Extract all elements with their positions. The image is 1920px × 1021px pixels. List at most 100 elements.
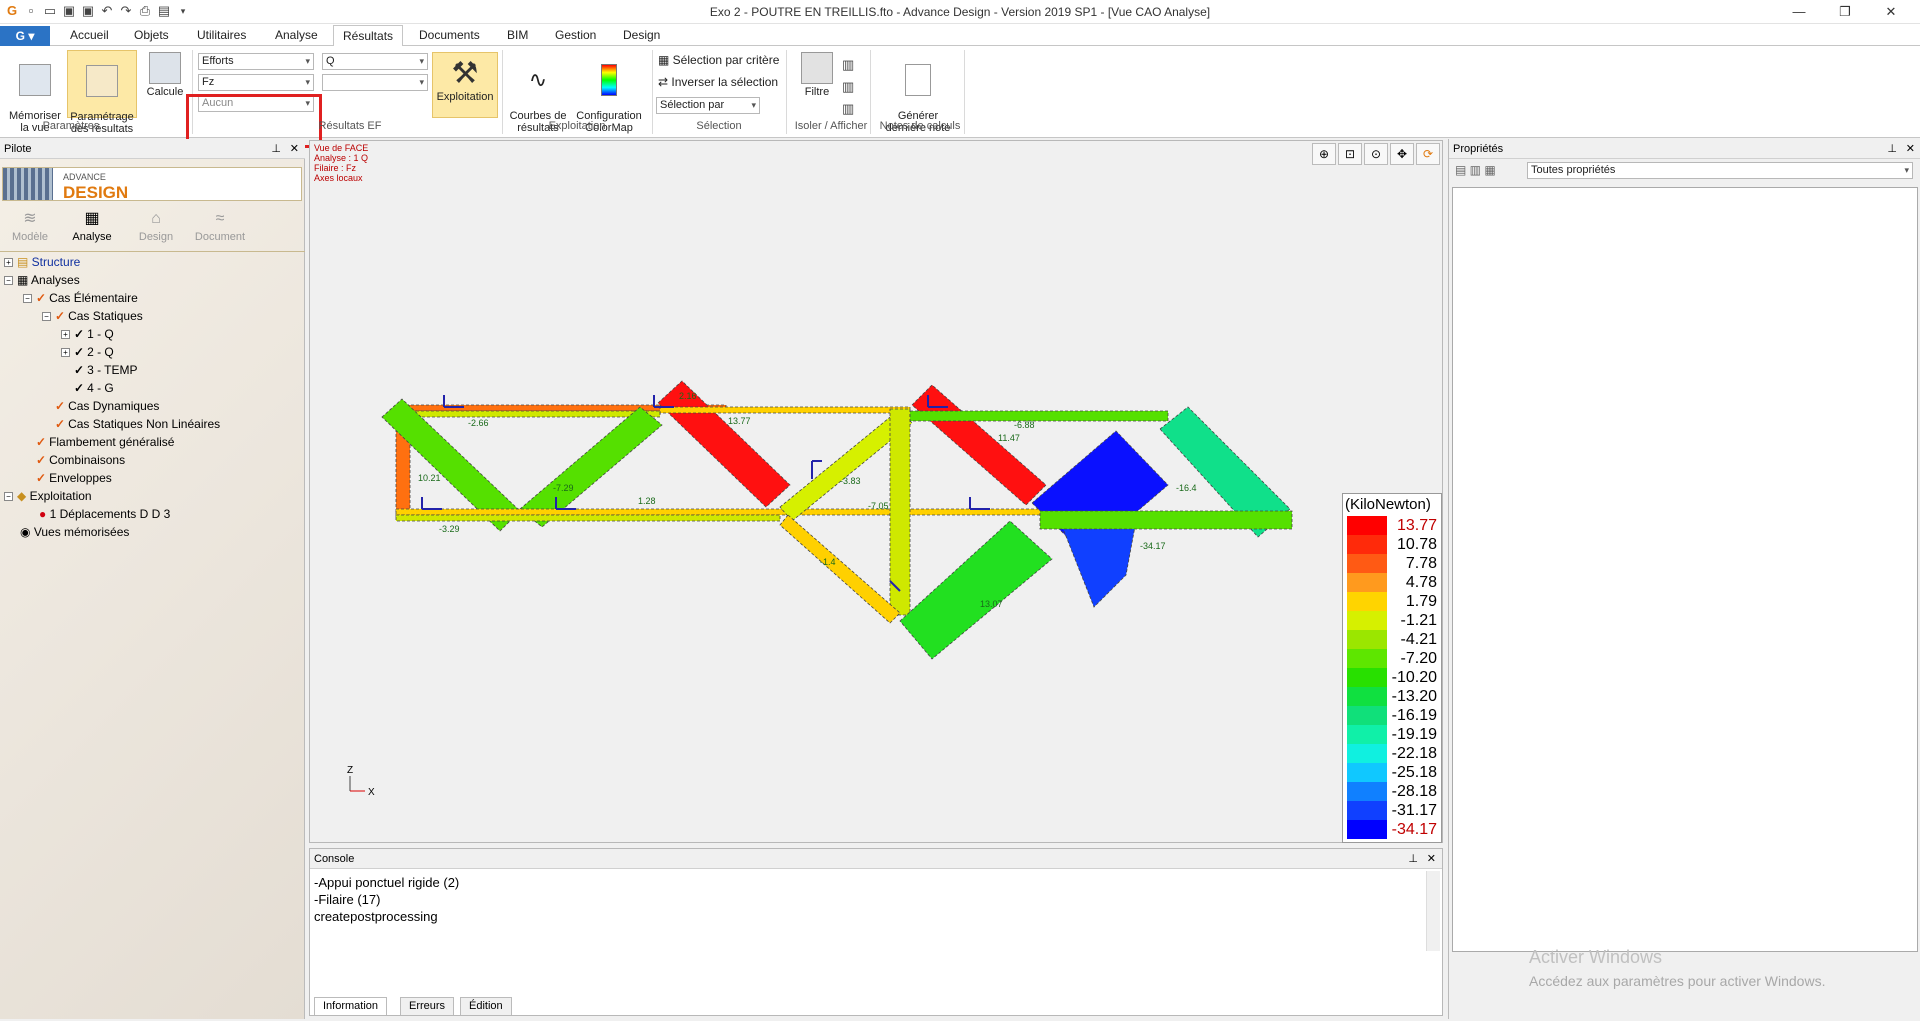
tree-item-exploitation[interactable]: − ◆ Exploitation <box>4 488 92 504</box>
tab-erreurs[interactable]: Erreurs <box>400 997 455 1015</box>
console-scrollbar[interactable] <box>1426 871 1440 951</box>
legend-entry: -7.20 <box>1347 649 1439 668</box>
minimize-icon[interactable]: — <box>1776 2 1822 22</box>
legend-swatch <box>1347 744 1387 763</box>
label-green-lower: 13.07 <box>980 599 1003 609</box>
tree-item-case-3[interactable]: ✓ 3 - TEMP <box>74 362 138 378</box>
tree-item-flambement[interactable]: ✓ Flambement généralisé <box>36 434 174 450</box>
legend-value: 7.78 <box>1405 555 1437 572</box>
case-select[interactable]: Q <box>322 53 428 70</box>
tree-item-cas-statiques[interactable]: − ✓ Cas Statiques <box>42 308 143 324</box>
close-pilot-icon[interactable]: ✕ <box>290 139 299 159</box>
tree-item-cas-non-lineaires[interactable]: ✓ Cas Statiques Non Linéaires <box>55 416 220 432</box>
selection-par-select[interactable]: Sélection par <box>656 97 760 114</box>
pin-icon[interactable]: ⊥ <box>1408 849 1418 869</box>
legend-entry: 7.78 <box>1347 554 1439 573</box>
legend-swatch <box>1347 554 1387 573</box>
hammer-icon: ⚒ <box>451 57 479 90</box>
tree-item-combinaisons[interactable]: ✓ Combinaisons <box>36 452 125 468</box>
console-line: -Filaire (17) <box>314 892 381 907</box>
properties-title: Propriétés ⊥ ✕ <box>1449 139 1920 159</box>
pin-icon[interactable]: ⊥ <box>1887 139 1897 159</box>
console-line: createpostprocessing <box>314 909 438 924</box>
label-diag-3: -3.83 <box>840 476 861 486</box>
tab-gestion[interactable]: Gestion <box>555 28 596 42</box>
legend-value: 4.78 <box>1405 574 1437 591</box>
restore-icon[interactable]: ❐ <box>1822 2 1868 22</box>
tree-item-case-2[interactable]: + ✓ 2 - Q <box>61 344 114 360</box>
isolate-tools-icons[interactable]: ▥ ▥ ▥ <box>842 54 854 120</box>
tab-information[interactable]: Information <box>314 997 388 1015</box>
ribbon: Mémoriser la vue Paramétrage des résulta… <box>0 46 1920 148</box>
legend-value: -4.21 <box>1400 631 1437 648</box>
close-properties-icon[interactable]: ✕ <box>1906 139 1915 159</box>
tab-objets[interactable]: Objets <box>134 28 169 42</box>
tree-item-case-4[interactable]: ✓ 4 - G <box>74 380 114 396</box>
properties-grid <box>1452 187 1918 952</box>
label-lower-diag: -1.4 <box>820 557 836 567</box>
efforts-select[interactable]: Efforts <box>198 53 314 70</box>
tab-documents[interactable]: Documents <box>419 28 480 42</box>
tree-item-enveloppes[interactable]: ✓ Enveloppes <box>36 470 112 486</box>
tab-analyse[interactable]: Analyse <box>275 28 318 42</box>
tree-item-structure[interactable]: + ▤ Structure <box>4 254 80 270</box>
pin-icon[interactable]: ⊥ <box>271 139 281 159</box>
tree-item-case-1[interactable]: + ✓ 1 - Q <box>61 326 114 342</box>
tab-bim[interactable]: BIM <box>507 28 528 42</box>
selection-critere-button[interactable]: ▦ Sélection par critère <box>658 54 779 66</box>
tab-utilitaires[interactable]: Utilitaires <box>197 28 246 42</box>
application-menu-button[interactable]: G ▾ <box>0 26 50 46</box>
tree-item-deplacements[interactable]: ● 1 Déplacements D D 3 <box>39 506 170 522</box>
legend-swatch <box>1347 725 1387 744</box>
tab-accueil[interactable]: Accueil <box>70 28 109 42</box>
mode-modele[interactable]: ≋ Modèle <box>0 207 60 243</box>
legend-value: -16.19 <box>1391 707 1437 724</box>
legend-entry: 4.78 <box>1347 573 1439 592</box>
calcule-button[interactable]: Calcule <box>144 52 186 98</box>
filtre-button[interactable]: Filtre <box>792 52 842 98</box>
tree-item-cas-elementaire[interactable]: − ✓ Cas Élémentaire <box>23 290 138 306</box>
console-title: Console <box>314 853 355 865</box>
ribbon-tabs: G ▾ Accueil Objets Utilitaires Analyse R… <box>0 24 1920 47</box>
legend-entry: -16.19 <box>1347 706 1439 725</box>
curve-chart-icon: ∿ <box>528 67 548 92</box>
group-selection-label: Sélection <box>696 120 742 132</box>
tab-resultats[interactable]: Résultats <box>333 25 404 47</box>
legend-entry: -13.20 <box>1347 687 1439 706</box>
window-title: Exo 2 - POUTRE EN TREILLIS.fto - Advance… <box>709 5 1211 19</box>
legend-swatch <box>1347 535 1387 554</box>
windows-activation-text: Accédez aux paramètres pour activer Wind… <box>1529 973 1826 989</box>
eye-disk-icon <box>19 64 51 96</box>
console-panel: Console ⊥ ✕ -Appui ponctuel rigide (2) -… <box>309 848 1443 1016</box>
group-notes-label: Notes de calculs <box>879 120 961 132</box>
close-console-icon[interactable]: ✕ <box>1427 849 1436 869</box>
group-parametres-label: Paramètres <box>42 120 100 132</box>
group-isoler-label: Isoler / Afficher <box>794 120 868 132</box>
exploitation-button[interactable]: ⚒ Exploitation <box>432 52 498 118</box>
inverser-selection-button[interactable]: ⇄ Inverser la sélection <box>658 76 778 88</box>
properties-filter-select[interactable]: Toutes propriétés <box>1527 162 1913 179</box>
model-icon: ≋ <box>23 210 37 227</box>
mode-analyse[interactable]: ▦ Analyse <box>62 207 122 243</box>
tree-item-cas-dynamiques[interactable]: ✓ Cas Dynamiques <box>55 398 159 414</box>
truss-diagram: 2.16 -2.66 13.77 -6.88 11.47 -7.29 1.28 … <box>347 380 1293 798</box>
sub-case-select[interactable] <box>322 74 428 91</box>
mode-design[interactable]: ⌂ Design <box>126 207 186 243</box>
tab-edition[interactable]: Édition <box>460 997 512 1015</box>
legend-swatch <box>1347 668 1387 687</box>
tab-design[interactable]: Design <box>623 28 660 42</box>
tree-item-vues-memorisees[interactable]: ◉ Vues mémorisées <box>20 524 129 540</box>
cad-viewport[interactable]: Vue de FACE Analyse : 1 Q Filaire : Fz Axes… <box>309 140 1443 843</box>
mode-document[interactable]: ≈ Document <box>190 207 250 243</box>
filter-icon <box>801 52 833 84</box>
legend-entry: -1.21 <box>1347 611 1439 630</box>
legend-value: -34.17 <box>1391 821 1437 838</box>
legend-value: -7.20 <box>1400 650 1437 667</box>
legend-swatch <box>1347 630 1387 649</box>
close-icon[interactable]: ✕ <box>1868 2 1914 22</box>
label-top-left: -2.66 <box>468 418 489 428</box>
properties-toolbar-icons[interactable]: ▤ ▥ ▦ <box>1455 163 1496 177</box>
parametrage-resultats-button[interactable]: Paramétrage des résultats <box>67 50 137 135</box>
tree-item-analyses[interactable]: − ▦ Analyses <box>4 272 80 288</box>
fz-select[interactable]: Fz <box>198 74 314 91</box>
